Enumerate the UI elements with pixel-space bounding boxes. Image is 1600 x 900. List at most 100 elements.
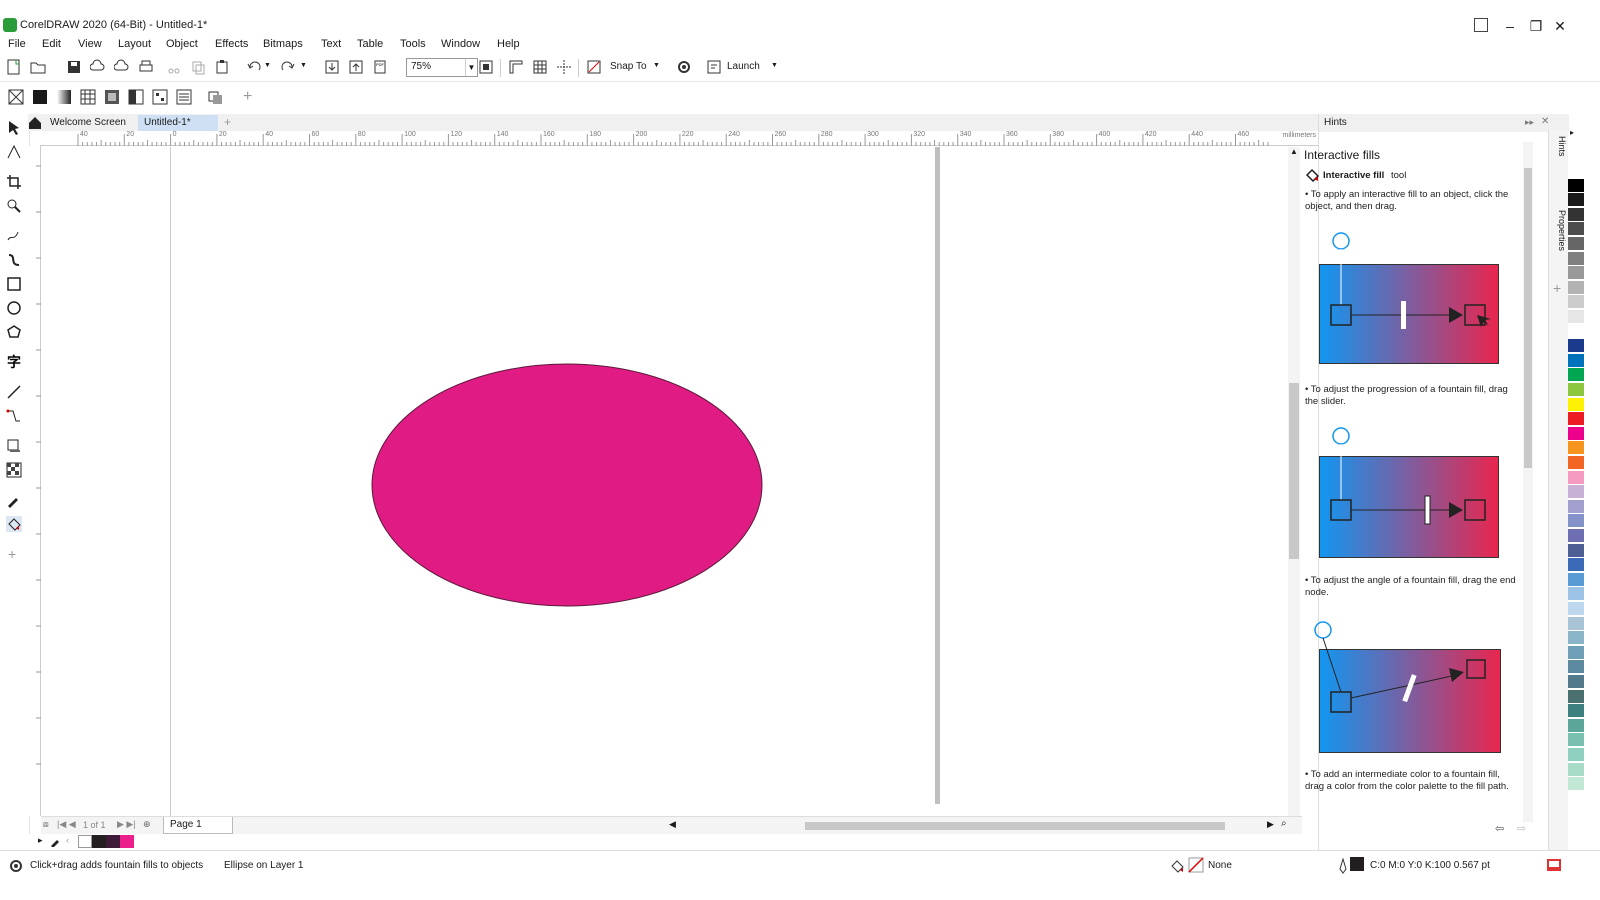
show-rulers-icon[interactable] <box>508 59 524 75</box>
palette-swatch[interactable] <box>1568 485 1584 500</box>
menu-effects[interactable]: Effects <box>215 38 248 50</box>
palette-scroll-left-icon[interactable]: ‹ <box>66 835 69 845</box>
ellipse-tool-icon[interactable] <box>6 300 22 316</box>
doc-swatch-2[interactable] <box>106 835 120 848</box>
menu-tools[interactable]: Tools <box>400 38 426 50</box>
palette-swatch[interactable] <box>1568 193 1584 208</box>
open-folder-icon[interactable] <box>30 59 46 75</box>
palette-swatch[interactable] <box>1568 280 1584 295</box>
crop-tool-icon[interactable] <box>6 174 22 190</box>
menu-bitmaps[interactable]: Bitmaps <box>263 38 303 50</box>
ellipse-shape[interactable] <box>371 363 763 607</box>
color-proof-icon[interactable] <box>1546 857 1562 873</box>
close-button[interactable]: ✕ <box>1548 16 1572 36</box>
menu-layout[interactable]: Layout <box>118 38 151 50</box>
palette-swatch[interactable] <box>1568 470 1584 485</box>
palette-swatch[interactable] <box>1568 251 1584 266</box>
palette-swatch[interactable] <box>1568 339 1584 354</box>
menu-view[interactable]: View <box>78 38 102 50</box>
vector-pattern-fill-icon[interactable] <box>80 89 96 105</box>
copy-fill-icon[interactable] <box>208 89 224 105</box>
side-tab-properties[interactable]: Properties <box>1551 210 1567 280</box>
palette-swatch[interactable] <box>1568 704 1584 719</box>
minimize-button[interactable]: – <box>1498 16 1522 36</box>
parallel-dimension-tool-icon[interactable] <box>6 384 22 400</box>
hints-scrollbar[interactable] <box>1523 142 1533 822</box>
export-icon[interactable] <box>348 59 364 75</box>
menu-object[interactable]: Object <box>166 38 198 50</box>
no-fill-icon[interactable] <box>8 89 24 105</box>
docker-collapse-icon[interactable]: ▸▸ <box>1525 117 1534 128</box>
palette-swatch[interactable] <box>1568 718 1584 733</box>
eyedropper-tool-icon[interactable] <box>6 492 22 508</box>
palette-swatch[interactable] <box>1568 602 1584 616</box>
palette-swatch[interactable] <box>1568 616 1584 631</box>
copy-icon[interactable] <box>190 59 206 75</box>
snap-to-dropdown-icon[interactable]: ▼ <box>653 62 660 69</box>
scroll-right-icon[interactable]: ▶ <box>1267 819 1274 830</box>
vertical-ruler[interactable] <box>28 146 41 816</box>
palette-eyedropper-icon[interactable] <box>50 835 62 847</box>
palette-swatch[interactable] <box>1568 762 1584 777</box>
postscript-fill-icon[interactable] <box>176 89 192 105</box>
next-page-icon[interactable]: ▶ ▶| <box>117 819 136 830</box>
texture-fill-icon[interactable] <box>152 89 168 105</box>
hints-back-icon[interactable]: ⇦ <box>1495 822 1504 835</box>
fountain-fill-icon[interactable] <box>56 89 72 105</box>
menu-table[interactable]: Table <box>357 38 383 50</box>
palette-swatch[interactable] <box>1568 675 1584 689</box>
add-docker-icon[interactable]: + <box>1553 280 1561 296</box>
import-icon[interactable] <box>324 59 340 75</box>
cloud-import-icon[interactable] <box>90 59 106 75</box>
freehand-tool-icon[interactable] <box>6 228 22 244</box>
undo-icon[interactable] <box>246 59 262 75</box>
palette-swatch[interactable] <box>1568 353 1584 368</box>
menu-window[interactable]: Window <box>441 38 480 50</box>
account-icon[interactable] <box>1474 18 1488 32</box>
two-color-pattern-fill-icon[interactable] <box>128 89 144 105</box>
options-gear-icon[interactable] <box>676 59 692 75</box>
print-icon[interactable] <box>138 59 154 75</box>
first-page-icon[interactable]: ⧈ <box>43 819 49 830</box>
new-document-icon[interactable] <box>6 59 22 75</box>
full-screen-preview-icon[interactable] <box>478 59 494 75</box>
palette-swatch[interactable] <box>1568 529 1584 543</box>
save-icon[interactable] <box>66 59 82 75</box>
palette-expand-icon[interactable]: ▸ <box>38 835 43 846</box>
menu-help[interactable]: Help <box>497 38 520 50</box>
palette-swatch[interactable] <box>1568 514 1584 529</box>
page-tab[interactable]: Page 1 <box>163 817 233 834</box>
palette-swatch[interactable] <box>1568 368 1584 383</box>
new-tab-button[interactable]: + <box>218 115 237 131</box>
palette-swatch[interactable] <box>1568 324 1584 339</box>
palette-swatch[interactable] <box>1568 266 1584 281</box>
palette-options-icon[interactable]: ▸ <box>1570 128 1574 137</box>
interactive-fill-tool-icon[interactable] <box>6 516 22 532</box>
previous-page-icon[interactable]: |◀ ◀ <box>57 819 76 830</box>
palette-swatch[interactable] <box>1568 499 1584 514</box>
launch-dropdown-icon[interactable]: ▼ <box>771 62 778 69</box>
palette-swatch[interactable] <box>1568 631 1584 646</box>
shape-tool-icon[interactable] <box>6 144 22 160</box>
drop-shadow-tool-icon[interactable] <box>6 438 22 454</box>
palette-swatch[interactable] <box>1568 456 1584 470</box>
uniform-fill-icon[interactable] <box>32 89 48 105</box>
add-toolbar-item-icon[interactable]: + <box>243 88 252 106</box>
palette-swatch[interactable] <box>1568 310 1584 324</box>
publish-pdf-icon[interactable]: PDF <box>372 59 388 75</box>
palette-swatch[interactable] <box>1568 587 1584 602</box>
palette-swatch[interactable] <box>1568 777 1584 792</box>
add-page-icon[interactable]: ⊕ <box>143 819 151 830</box>
transparency-tool-icon[interactable] <box>6 462 22 478</box>
launch-icon[interactable] <box>706 59 722 75</box>
cut-icon[interactable] <box>166 59 182 75</box>
zoom-one-shot-icon[interactable]: ⌕ <box>1281 818 1287 829</box>
palette-swatch[interactable] <box>1568 397 1584 412</box>
palette-swatch[interactable] <box>1568 222 1584 237</box>
customize-toolbox-icon[interactable]: + <box>8 546 16 562</box>
home-icon[interactable] <box>28 115 42 129</box>
palette-swatch[interactable] <box>1568 237 1584 251</box>
menu-file[interactable]: File <box>8 38 26 50</box>
snap-to-button[interactable]: Snap To <box>610 61 647 72</box>
redo-dropdown-icon[interactable]: ▼ <box>300 62 307 69</box>
